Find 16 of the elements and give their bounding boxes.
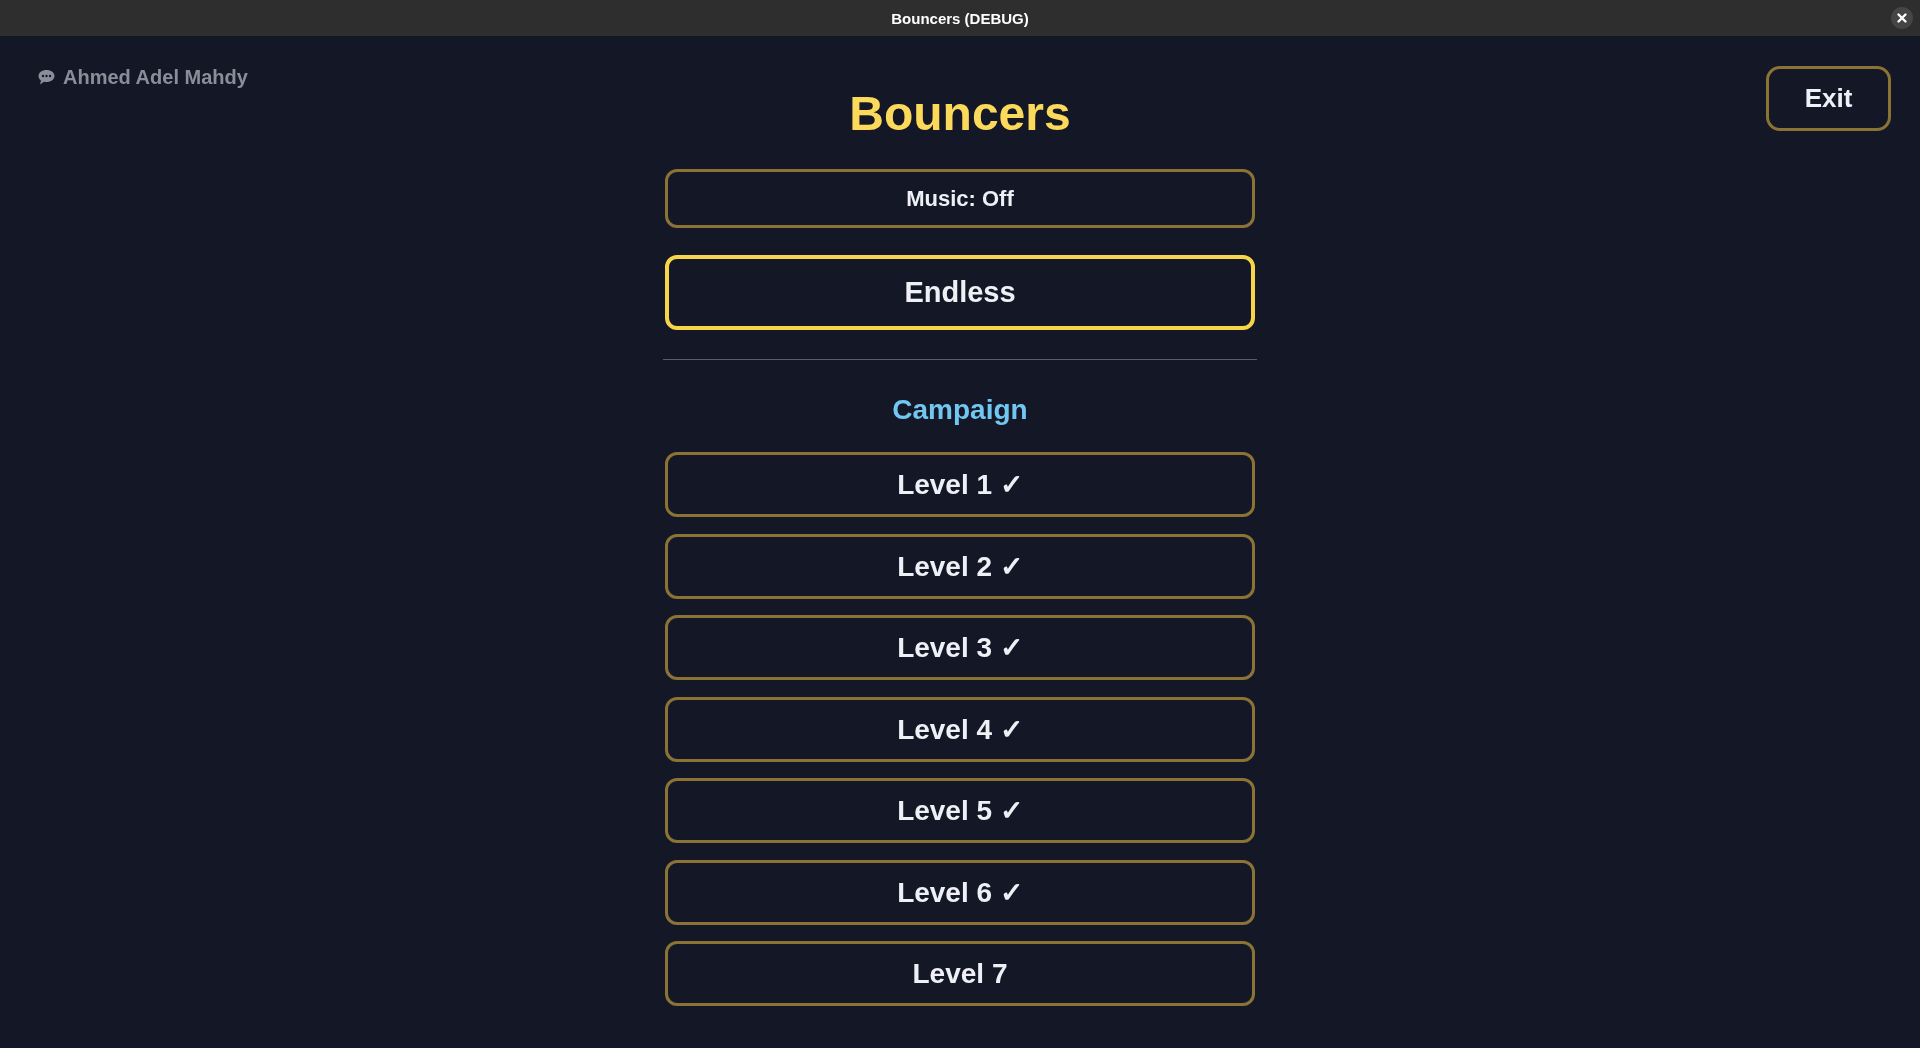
- music-button[interactable]: Music: Off: [665, 169, 1255, 228]
- author-name: Ahmed Adel Mahdy: [63, 65, 248, 89]
- close-icon[interactable]: [1891, 7, 1913, 29]
- level-button[interactable]: Level 2 ✓: [665, 533, 1255, 599]
- window-title: Bouncers (DEBUG): [891, 9, 1029, 27]
- level-button[interactable]: Level 7: [665, 941, 1255, 1006]
- level-button[interactable]: Level 3 ✓: [665, 615, 1255, 680]
- exit-button[interactable]: Exit: [1766, 66, 1891, 131]
- campaign-heading: Campaign: [892, 393, 1028, 427]
- level-button[interactable]: Level 4 ✓: [665, 696, 1255, 762]
- level-button[interactable]: Level 6 ✓: [665, 859, 1255, 925]
- speech-bubble-icon: [38, 69, 55, 85]
- level-button[interactable]: Level 1 ✓: [665, 452, 1255, 517]
- game-title: Bouncers: [849, 86, 1071, 142]
- endless-button[interactable]: Endless: [665, 255, 1255, 330]
- level-button[interactable]: Level 5 ✓: [665, 778, 1255, 843]
